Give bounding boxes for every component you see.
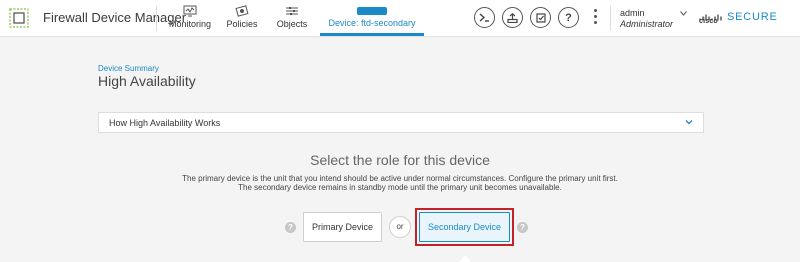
nav-monitoring[interactable]: Monitoring [166,0,214,37]
monitoring-icon [183,5,197,17]
nav-monitoring-label: Monitoring [168,19,212,29]
nav-objects-label: Objects [276,19,308,29]
brand-secure-text: SECURE [727,11,778,23]
fdm-logo-icon [9,8,29,28]
more-options-icon[interactable] [594,9,598,27]
primary-help-icon[interactable]: ? [285,222,296,233]
user-name[interactable]: admin [620,8,645,18]
active-tab-indicator [320,33,424,36]
nav-policies-label: Policies [226,19,258,29]
app-title: Firewall Device Manager [43,10,187,25]
policies-icon [235,5,249,17]
selection-pointer [459,255,471,262]
chevron-down-icon[interactable] [685,118,693,126]
nav-device-label: Device: ftd-secondary [328,18,416,28]
user-role[interactable]: Administrator [620,19,673,29]
objects-icon [286,7,298,15]
or-separator: or [389,216,411,238]
top-navigation-bar: Firewall Device Manager Monitoring Polic… [0,0,800,37]
device-icon [357,7,387,15]
role-description-line-1: The primary device is the unit that you … [182,174,618,183]
role-description-line-2: The secondary device remains in standby … [238,183,562,192]
help-icon[interactable]: ? [558,7,579,28]
primary-device-button[interactable]: Primary Device [303,212,382,242]
nav-device[interactable]: Device: ftd-secondary [320,0,424,37]
accordion-label: How High Availability Works [109,118,221,128]
secondary-help-icon[interactable]: ? [517,222,528,233]
divider [156,6,157,31]
cli-console-icon[interactable] [474,7,495,28]
divider [610,6,611,31]
page-title: High Availability [98,73,196,89]
nav-objects[interactable]: Objects [272,0,312,37]
how-ha-works-accordion[interactable]: How High Availability Works [98,112,704,133]
secondary-device-button[interactable]: Secondary Device [419,212,510,242]
api-explorer-icon[interactable] [530,7,551,28]
deploy-icon[interactable] [502,7,523,28]
nav-policies[interactable]: Policies [222,0,262,37]
chevron-down-icon[interactable] [680,11,687,16]
brand-cisco-text: cisco [699,18,718,25]
breadcrumb-device-summary[interactable]: Device Summary [98,64,159,73]
role-section-title: Select the role for this device [310,152,490,168]
